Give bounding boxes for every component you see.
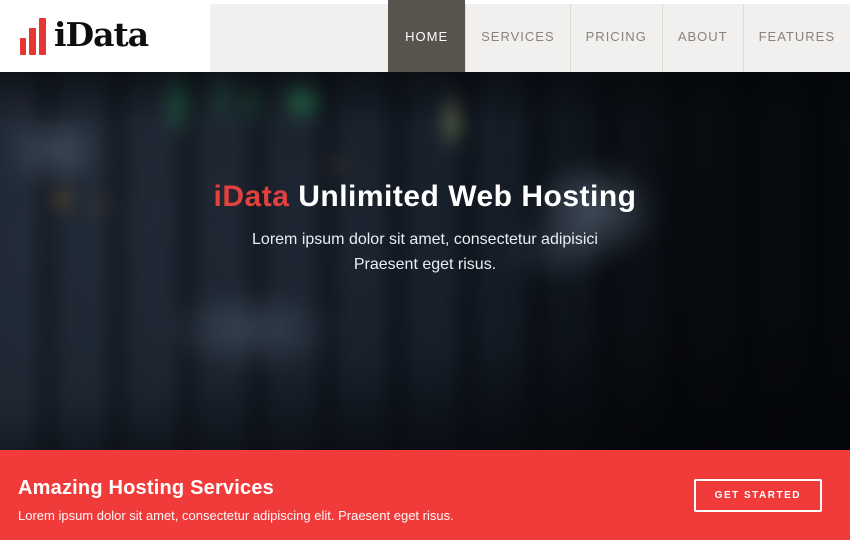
nav-item-about[interactable]: ABOUT [662,0,743,72]
nav-item-features[interactable]: FEATURES [743,0,850,72]
hero-title-accent: iData [214,180,290,213]
nav-item-services[interactable]: SERVICES [465,0,570,72]
site-header: iData HOME SERVICES PRICING ABOUT FEATUR… [0,0,850,72]
hero-subtitle: Lorem ipsum dolor sit amet, consectetur … [0,227,850,277]
hero-section: iData Unlimited Web Hosting Lorem ipsum … [0,72,850,450]
logo-text: iData [54,18,148,51]
hero-content: iData Unlimited Web Hosting Lorem ipsum … [0,72,850,277]
cta-text-block: Amazing Hosting Services Lorem ipsum dol… [18,477,454,523]
cta-copy: Lorem ipsum dolor sit amet, consectetur … [18,508,454,523]
logo[interactable]: iData [0,0,148,72]
bar-chart-logo-icon [20,17,46,56]
hero-title: iData Unlimited Web Hosting [0,180,850,214]
cta-heading: Amazing Hosting Services [18,477,454,500]
get-started-button[interactable]: GET STARTED [694,479,822,512]
hero-subtitle-line-1: Lorem ipsum dolor sit amet, consectetur … [0,227,850,252]
hero-subtitle-line-2: Praesent eget risus. [0,252,850,277]
page: iData HOME SERVICES PRICING ABOUT FEATUR… [0,0,850,540]
nav-item-home[interactable]: HOME [388,0,465,72]
hero-title-rest: Unlimited Web Hosting [289,180,636,213]
nav-item-pricing[interactable]: PRICING [570,0,662,72]
cta-banner: Amazing Hosting Services Lorem ipsum dol… [0,450,850,540]
main-nav: HOME SERVICES PRICING ABOUT FEATURES [210,0,850,72]
